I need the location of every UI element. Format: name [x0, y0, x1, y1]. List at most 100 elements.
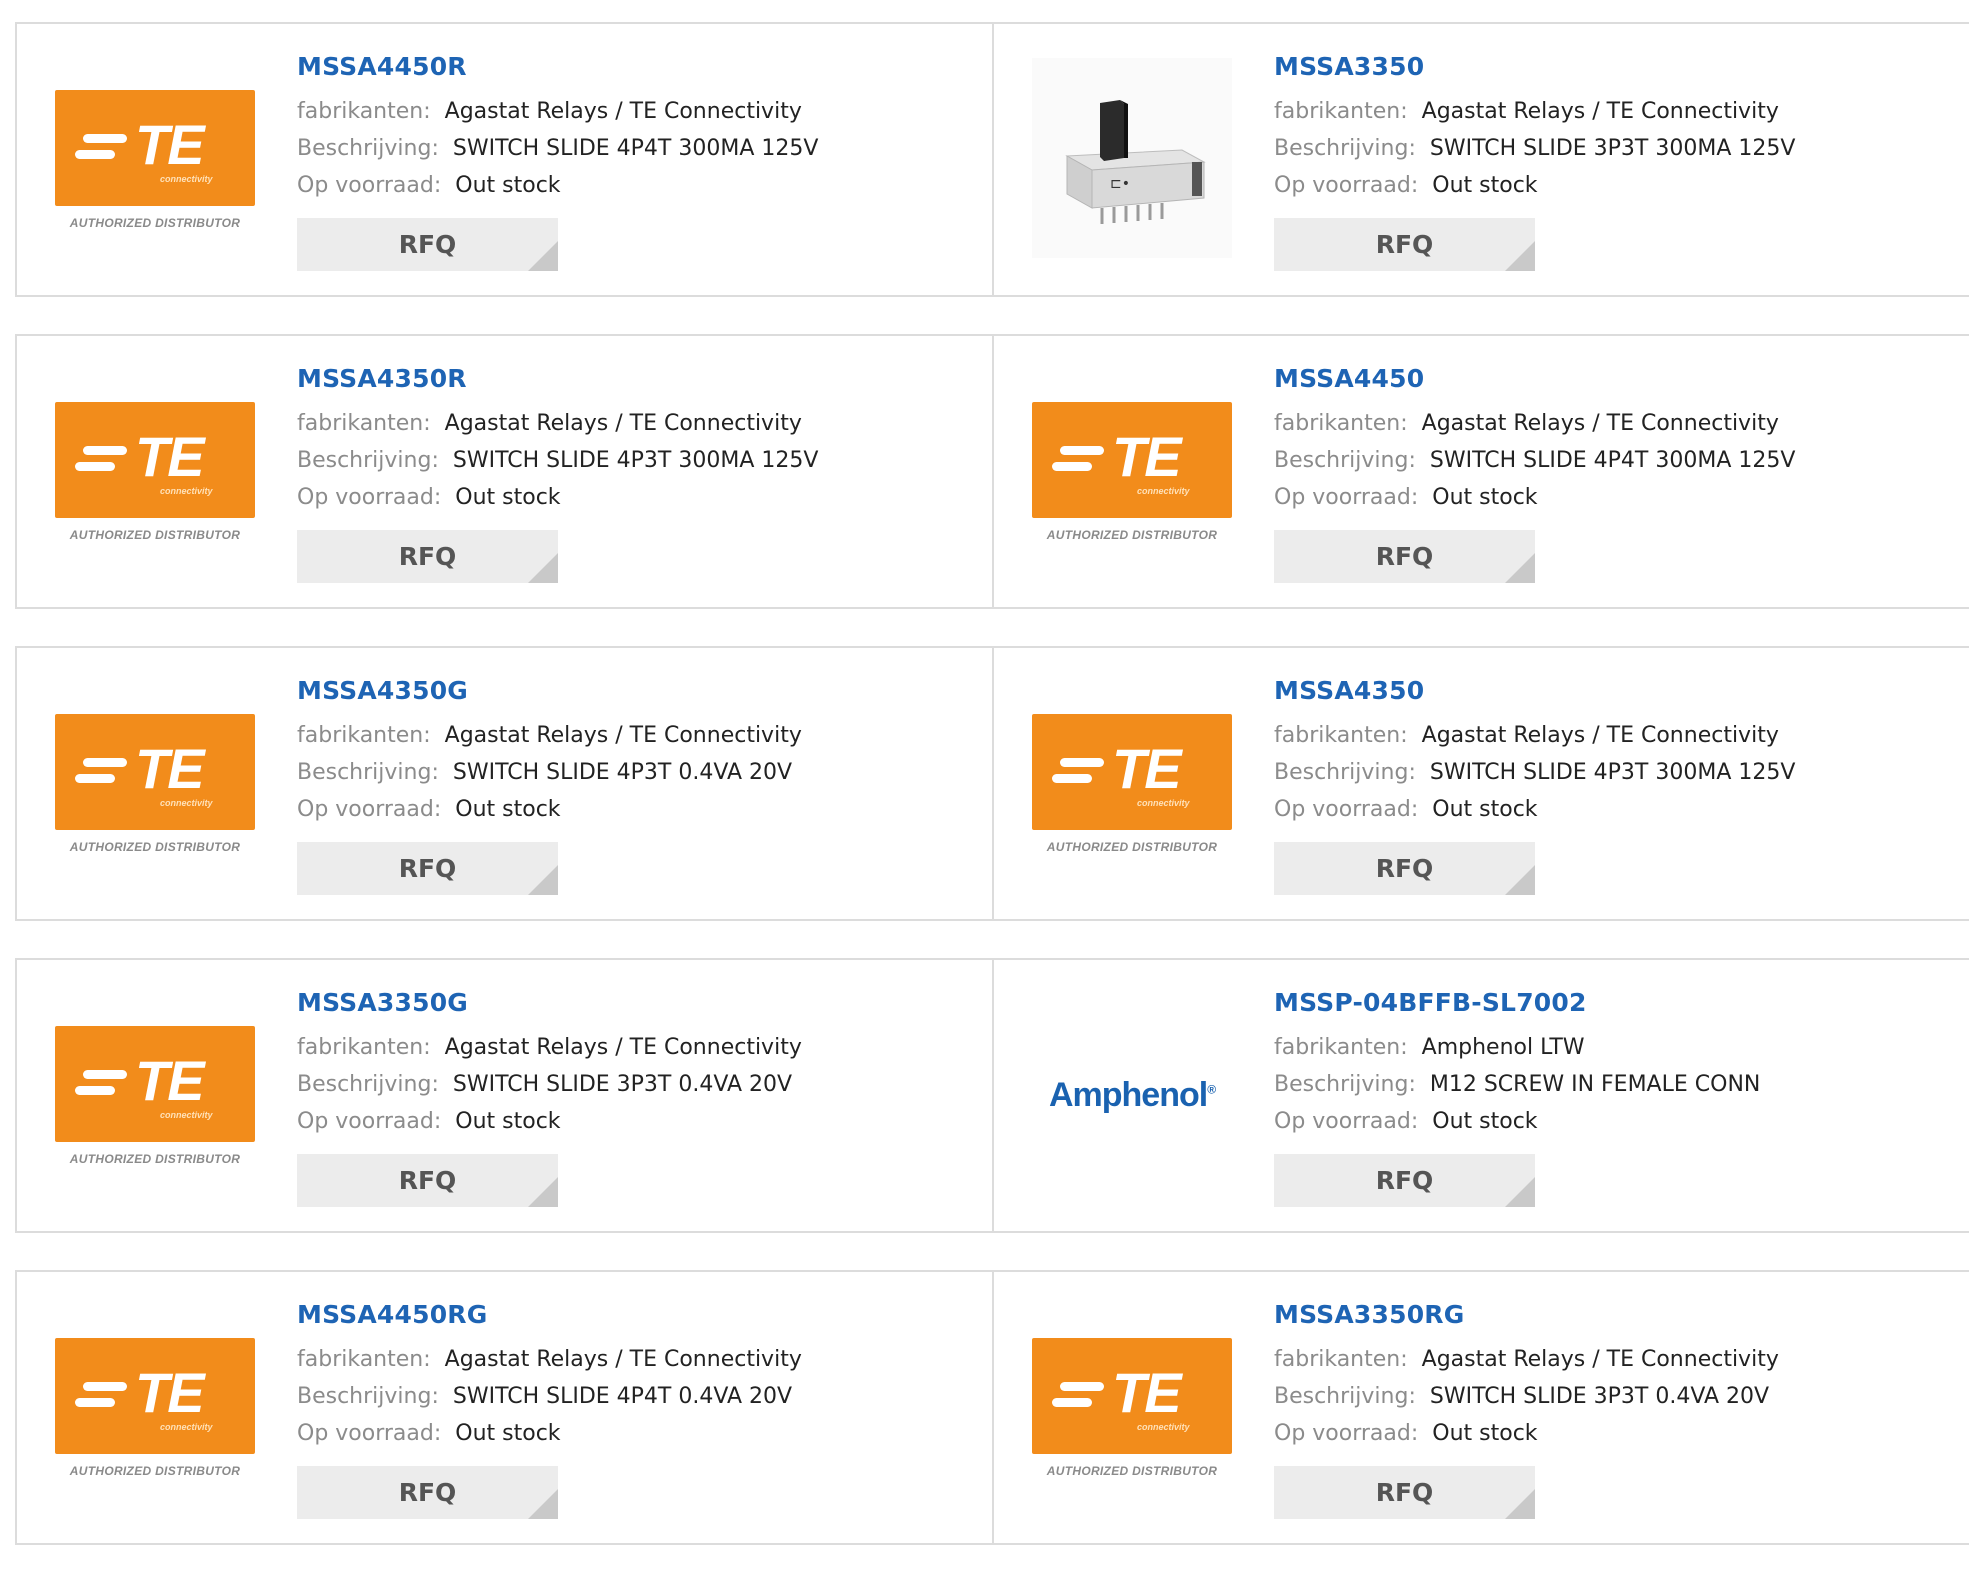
product-image[interactable]: TE connectivity AUTHORIZED DISTRIBUTOR: [1032, 401, 1232, 542]
rfq-button[interactable]: RFQ: [297, 218, 558, 271]
te-connectivity-logo: TE connectivity: [55, 713, 255, 830]
stock-row: Op voorraad: Out stock: [1274, 1103, 1760, 1140]
product-info: MSSA4350G fabrikanten: Agastat Relays / T…: [297, 676, 802, 895]
description-value: SWITCH SLIDE 4P4T 300MA 125V: [1429, 448, 1796, 473]
description-label: Beschrijving:: [1274, 1072, 1416, 1097]
stock-row: Op voorraad: Out stock: [1274, 167, 1795, 204]
manufacturer-value: Agastat Relays / TE Connectivity: [444, 411, 802, 436]
te-connectivity-logo: TE connectivity: [55, 1025, 255, 1142]
product-card: TE connectivity AUTHORIZED DISTRIBUTOR M…: [994, 646, 1969, 921]
rfq-button[interactable]: RFQ: [297, 1154, 558, 1207]
manufacturer-value: Agastat Relays / TE Connectivity: [1421, 723, 1779, 748]
rfq-button[interactable]: RFQ: [297, 530, 558, 583]
product-info: MSSA3350RG fabrikanten: Agastat Relays / …: [1274, 1300, 1779, 1519]
te-logo-subtext: connectivity: [160, 173, 213, 184]
stock-row: Op voorraad: Out stock: [297, 791, 802, 828]
product-image[interactable]: ⊏•: [1032, 57, 1232, 262]
amphenol-logo-text: Amphenol: [1048, 1076, 1208, 1114]
product-image[interactable]: TE connectivity AUTHORIZED DISTRIBUTOR: [1032, 1337, 1232, 1478]
te-logo-subtext: connectivity: [1137, 797, 1190, 808]
part-number-link[interactable]: MSSA4450RG: [297, 1300, 802, 1329]
part-number-link[interactable]: MSSA4450: [1274, 364, 1795, 393]
description-label: Beschrijving:: [297, 136, 439, 161]
rfq-button-label: RFQ: [398, 1478, 457, 1507]
manufacturer-value: Agastat Relays / TE Connectivity: [1421, 411, 1779, 436]
manufacturer-row: fabrikanten: Agastat Relays / TE Connecti…: [297, 717, 802, 754]
manufacturer-value: Agastat Relays / TE Connectivity: [1421, 1347, 1779, 1372]
authorized-distributor-label: AUTHORIZED DISTRIBUTOR: [1046, 1463, 1218, 1478]
description-value: SWITCH SLIDE 3P3T 0.4VA 20V: [452, 1072, 793, 1097]
corner-triangle-icon: [528, 1177, 558, 1207]
description-row: Beschrijving: M12 SCREW IN FEMALE CONN: [1274, 1066, 1760, 1103]
manufacturer-label: fabrikanten:: [297, 1035, 431, 1060]
rfq-button[interactable]: RFQ: [1274, 530, 1535, 583]
stock-row: Op voorraad: Out stock: [297, 479, 818, 516]
rfq-button-label: RFQ: [398, 230, 457, 259]
rfq-button[interactable]: RFQ: [1274, 218, 1535, 271]
description-row: Beschrijving: SWITCH SLIDE 4P3T 0.4VA 20V: [297, 754, 802, 791]
stock-label: Op voorraad:: [297, 173, 442, 198]
product-image[interactable]: TE connectivity AUTHORIZED DISTRIBUTOR: [1032, 713, 1232, 854]
product-info: MSSA4450R fabrikanten: Agastat Relays / T…: [297, 52, 818, 271]
corner-triangle-icon: [1505, 553, 1535, 583]
authorized-distributor-label: AUTHORIZED DISTRIBUTOR: [69, 839, 241, 854]
rfq-button[interactable]: RFQ: [297, 1466, 558, 1519]
part-number-link[interactable]: MSSA3350: [1274, 52, 1795, 81]
product-image[interactable]: TE connectivity AUTHORIZED DISTRIBUTOR: [55, 1025, 255, 1166]
rfq-button-label: RFQ: [398, 854, 457, 883]
te-bars-icon: [1052, 1381, 1104, 1414]
product-card: ⊏• MSSA3350 fabrikanten: Agastat Relays /…: [994, 22, 1969, 297]
description-label: Beschrijving:: [297, 1384, 439, 1409]
part-number-link[interactable]: MSSA4350G: [297, 676, 802, 705]
product-image[interactable]: Amphenol®: [1032, 1001, 1232, 1191]
description-row: Beschrijving: SWITCH SLIDE 3P3T 0.4VA 20V: [297, 1066, 802, 1103]
description-label: Beschrijving:: [297, 1072, 439, 1097]
stock-row: Op voorraad: Out stock: [1274, 479, 1795, 516]
product-info: MSSA4450RG fabrikanten: Agastat Relays / …: [297, 1300, 802, 1519]
product-info: MSSA4450 fabrikanten: Agastat Relays / TE…: [1274, 364, 1795, 583]
te-logo-subtext: connectivity: [160, 1421, 213, 1432]
product-info: MSSA4350R fabrikanten: Agastat Relays / T…: [297, 364, 818, 583]
amphenol-registered-mark: ®: [1207, 1082, 1216, 1097]
product-image[interactable]: TE connectivity AUTHORIZED DISTRIBUTOR: [55, 89, 255, 230]
manufacturer-row: fabrikanten: Agastat Relays / TE Connecti…: [297, 93, 818, 130]
manufacturer-value: Agastat Relays / TE Connectivity: [1421, 99, 1779, 124]
te-connectivity-logo: TE connectivity: [55, 1337, 255, 1454]
authorized-distributor-label: AUTHORIZED DISTRIBUTOR: [1046, 527, 1218, 542]
stock-label: Op voorraad:: [297, 797, 442, 822]
te-connectivity-logo: TE connectivity: [55, 401, 255, 518]
rfq-button[interactable]: RFQ: [297, 842, 558, 895]
te-logo-subtext: connectivity: [1137, 485, 1190, 496]
product-row: TE connectivity AUTHORIZED DISTRIBUTOR M…: [15, 958, 1969, 1233]
te-connectivity-logo: TE connectivity: [1032, 713, 1232, 830]
part-number-link[interactable]: MSSA3350G: [297, 988, 802, 1017]
part-number-link[interactable]: MSSA4350R: [297, 364, 818, 393]
stock-label: Op voorraad:: [1274, 485, 1419, 510]
part-number-link[interactable]: MSSA4350: [1274, 676, 1795, 705]
part-number-link[interactable]: MSSA3350RG: [1274, 1300, 1779, 1329]
product-image[interactable]: TE connectivity AUTHORIZED DISTRIBUTOR: [55, 401, 255, 542]
stock-value: Out stock: [1432, 1421, 1538, 1446]
rfq-button[interactable]: RFQ: [1274, 842, 1535, 895]
rfq-button[interactable]: RFQ: [1274, 1154, 1535, 1207]
product-image[interactable]: TE connectivity AUTHORIZED DISTRIBUTOR: [55, 713, 255, 854]
manufacturer-label: fabrikanten:: [1274, 723, 1408, 748]
part-number-link[interactable]: MSSA4450R: [297, 52, 818, 81]
rfq-button[interactable]: RFQ: [1274, 1466, 1535, 1519]
manufacturer-value: Amphenol LTW: [1421, 1035, 1585, 1060]
description-label: Beschrijving:: [297, 760, 439, 785]
te-logo-subtext: connectivity: [160, 1109, 213, 1120]
stock-row: Op voorraad: Out stock: [297, 1103, 802, 1140]
manufacturer-label: fabrikanten:: [297, 99, 431, 124]
description-row: Beschrijving: SWITCH SLIDE 4P4T 300MA 125…: [1274, 442, 1795, 479]
stock-label: Op voorraad:: [297, 1109, 442, 1134]
amphenol-logo: Amphenol®: [1032, 1001, 1232, 1191]
te-logo-text: TE: [135, 112, 205, 176]
product-info: MSSA3350 fabrikanten: Agastat Relays / TE…: [1274, 52, 1795, 271]
description-value: SWITCH SLIDE 4P3T 300MA 125V: [452, 448, 819, 473]
manufacturer-value: Agastat Relays / TE Connectivity: [444, 1347, 802, 1372]
slide-switch-photo: ⊏•: [1032, 57, 1232, 258]
product-image[interactable]: TE connectivity AUTHORIZED DISTRIBUTOR: [55, 1337, 255, 1478]
part-number-link[interactable]: MSSP-04BFFB-SL7002: [1274, 988, 1760, 1017]
stock-value: Out stock: [1432, 1109, 1538, 1134]
